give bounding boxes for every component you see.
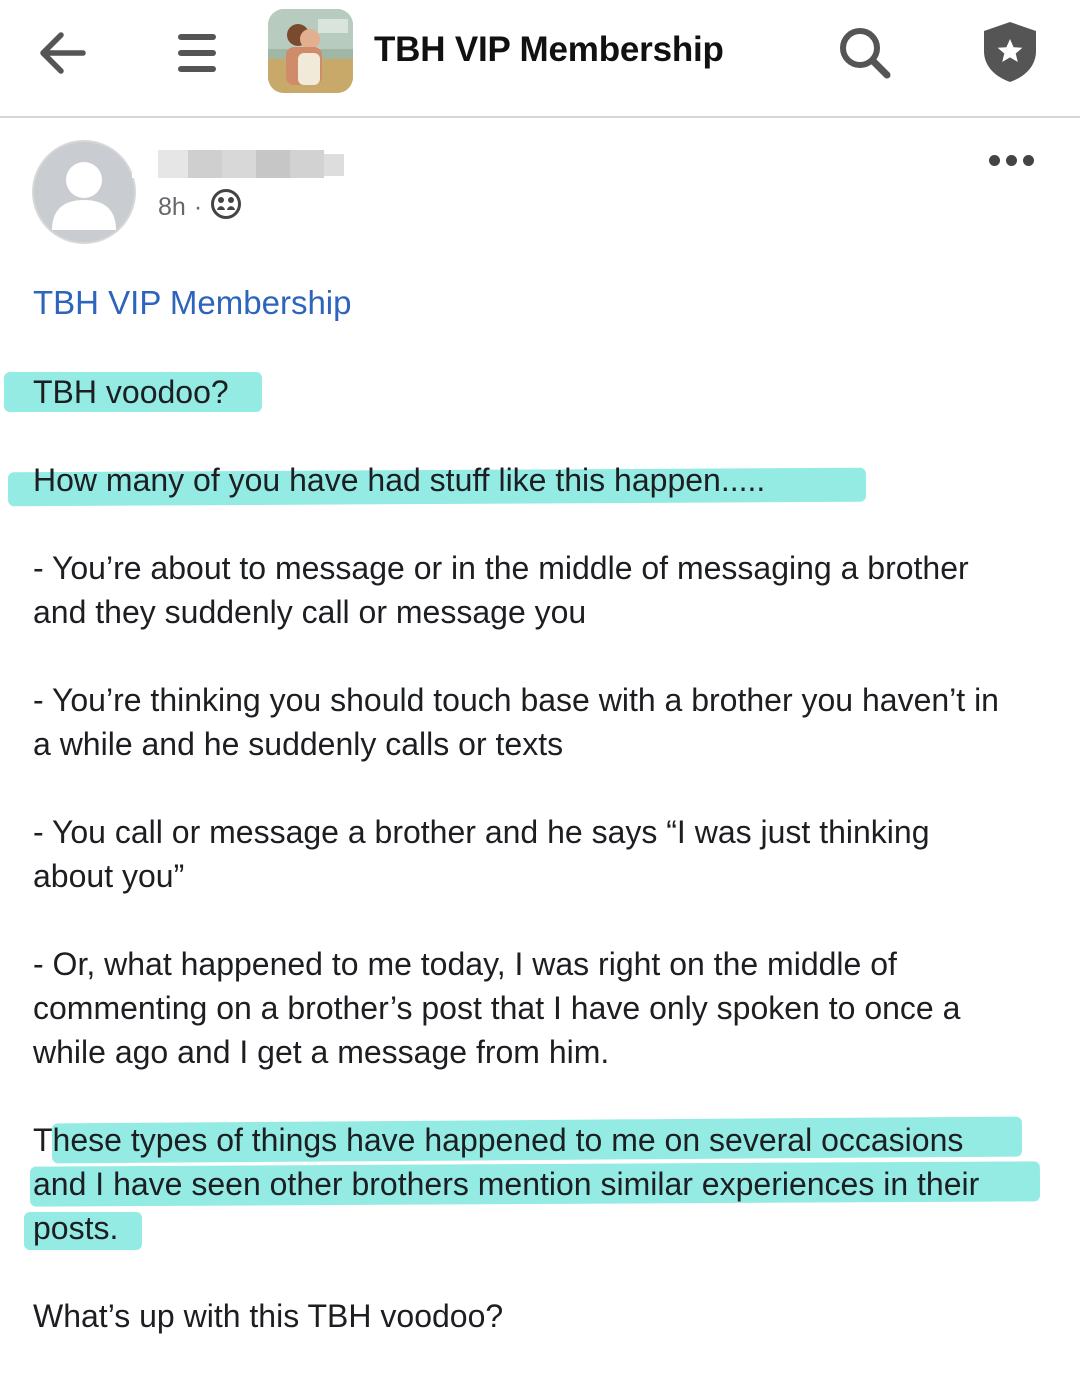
post-item1-line1: - You’re about to message or in the midd… xyxy=(33,550,969,586)
shield-star-icon[interactable] xyxy=(974,16,1046,88)
post-time[interactable]: 8h xyxy=(158,193,186,222)
post-title-line: TBH voodoo? xyxy=(33,374,229,410)
post-closing-line: What’s up with this TBH voodoo? xyxy=(33,1298,504,1334)
group-name-link[interactable]: TBH VIP Membership xyxy=(33,284,352,322)
meta-separator: · xyxy=(193,193,203,221)
top-app-bar: TBH VIP Membership xyxy=(0,0,1080,118)
back-arrow-icon[interactable] xyxy=(30,20,96,86)
post-para-line2: and I have seen other brothers mention s… xyxy=(33,1166,980,1202)
post-item3-line1: - You call or message a brother and he s… xyxy=(33,814,930,850)
post-para-line3: posts. xyxy=(33,1210,119,1246)
post-item2-line1: - You’re thinking you should touch base … xyxy=(33,682,999,718)
more-options-icon[interactable] xyxy=(980,140,1042,180)
post-meta: 8h · xyxy=(158,188,242,227)
post-item4-line1: - Or, what happened to me today, I was r… xyxy=(33,946,897,982)
post-intro-line: How many of you have had stuff like this… xyxy=(33,462,766,498)
group-thumbnail[interactable] xyxy=(268,9,353,93)
post-item3-line2: about you” xyxy=(33,858,185,894)
post-para-line1: These types of things have happened to m… xyxy=(33,1122,964,1158)
post-item4-line3: while ago and I get a message from him. xyxy=(33,1034,610,1070)
author-name-redacted[interactable] xyxy=(132,138,368,184)
members-icon xyxy=(210,188,242,227)
search-icon[interactable] xyxy=(830,18,900,88)
menu-icon[interactable] xyxy=(168,20,226,86)
group-title[interactable]: TBH VIP Membership xyxy=(374,30,724,70)
avatar[interactable] xyxy=(32,140,136,244)
post-item1-line2: and they suddenly call or message you xyxy=(33,594,587,630)
post-item4-line2: commenting on a brother’s post that I ha… xyxy=(33,990,961,1026)
post-item2-line2: a while and he suddenly calls or texts xyxy=(33,726,564,762)
